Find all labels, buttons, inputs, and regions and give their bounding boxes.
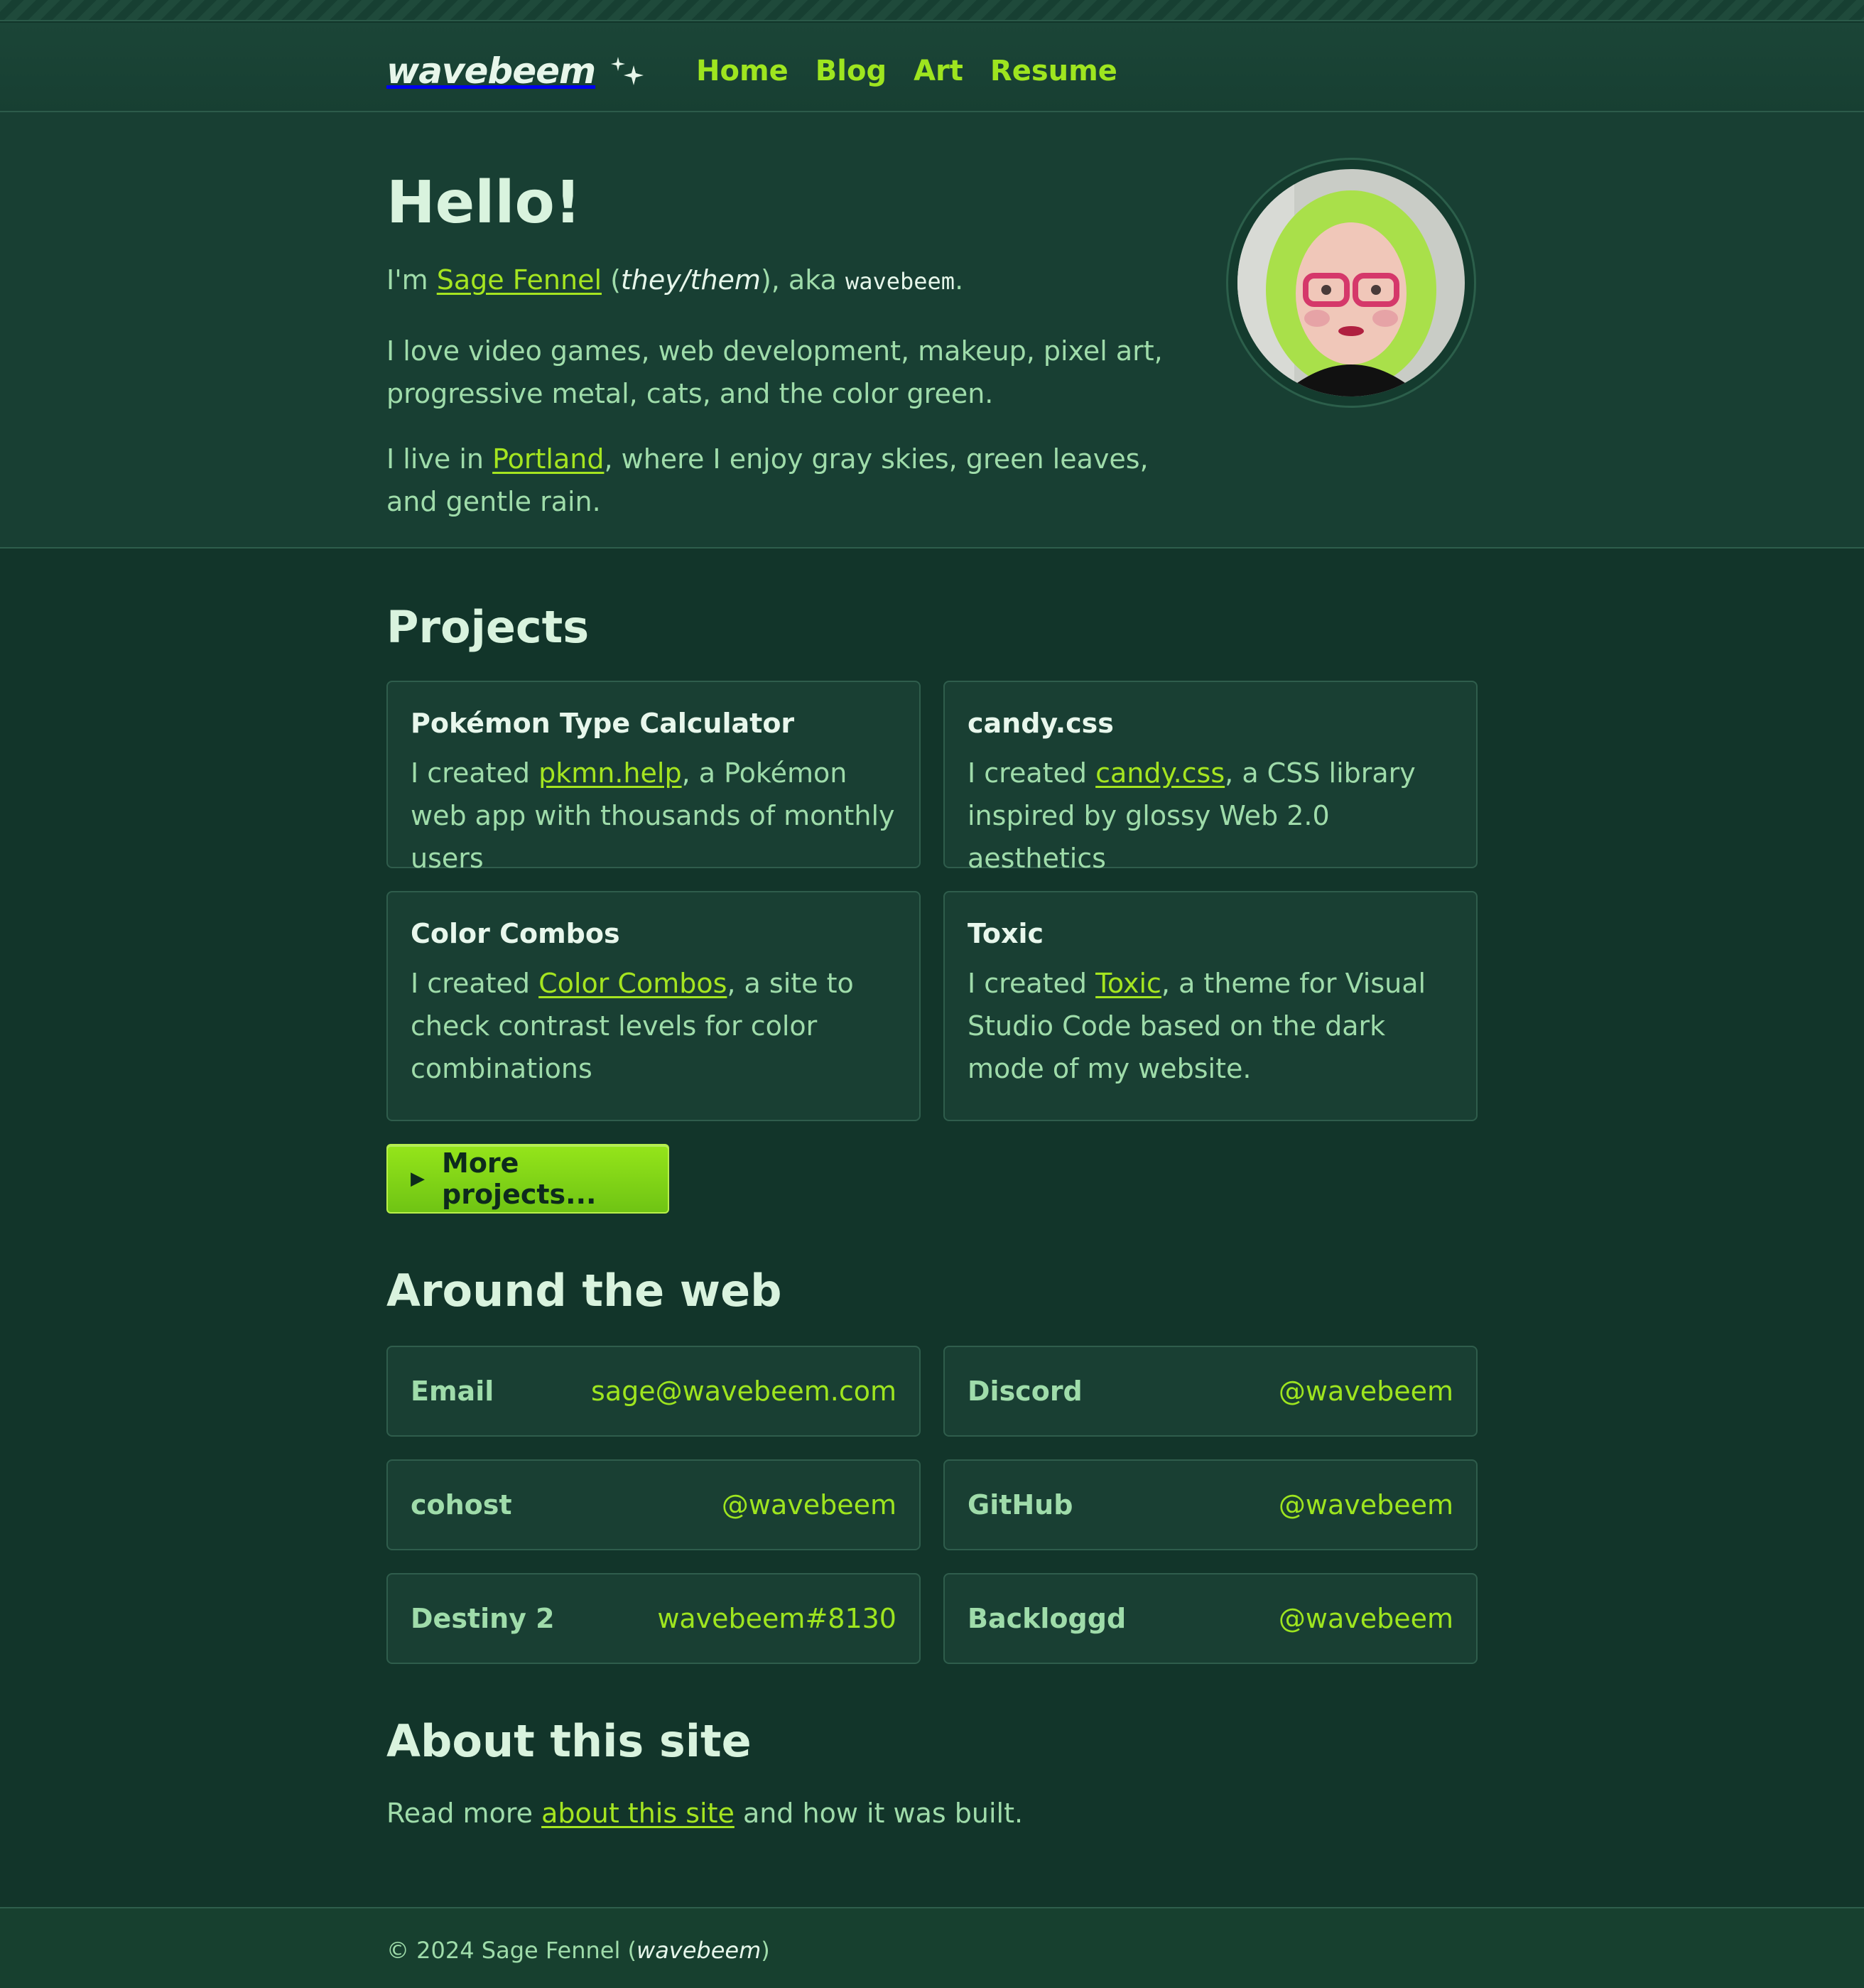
about-link[interactable]: about this site xyxy=(541,1798,735,1829)
more-projects-label: More projects... xyxy=(442,1147,597,1210)
hero-intro: I'm Sage Fennel (they/them), aka wavebee… xyxy=(386,264,964,296)
web-link-label: Email xyxy=(411,1376,494,1407)
nav-art[interactable]: Art xyxy=(914,55,963,87)
web-link-value: sage@wavebeem.com xyxy=(591,1376,896,1407)
project-card: Pokémon Type Calculator I created pkmn.h… xyxy=(386,681,921,874)
web-link-label: Discord xyxy=(968,1376,1083,1407)
about-text: Read more about this site and how it was… xyxy=(386,1798,1024,1829)
main-nav: Home Blog Art Resume xyxy=(696,50,1117,92)
decorative-stripe-bar xyxy=(0,0,1864,21)
project-card: candy.css I created candy.css, a CSS lib… xyxy=(943,681,1478,874)
project-title: Color Combos xyxy=(411,918,620,949)
sparkle-icon xyxy=(611,57,644,85)
hero-interests: I love video games, web development, mak… xyxy=(386,335,1163,409)
web-link-label: cohost xyxy=(411,1489,512,1520)
web-heading: Around the web xyxy=(386,1265,782,1317)
footer-handle: wavebeem xyxy=(636,1937,762,1964)
project-description: I created pkmn.help, a Pokémon web app w… xyxy=(411,757,895,874)
project-link[interactable]: Color Combos xyxy=(538,968,727,999)
logo-wordmark: wavebeem xyxy=(386,50,596,92)
web-link-value: wavebeem#8130 xyxy=(657,1603,896,1634)
web-link-card[interactable]: Email sage@wavebeem.com xyxy=(386,1346,921,1437)
project-card: Toxic I created Toxic, a theme for Visua… xyxy=(943,891,1478,1121)
web-link-value: @wavebeem xyxy=(1278,1376,1453,1407)
profile-photo xyxy=(1237,169,1465,396)
project-title: Pokémon Type Calculator xyxy=(411,708,795,739)
avatar xyxy=(1226,158,1476,408)
name-link[interactable]: Sage Fennel xyxy=(437,264,602,296)
web-link-card[interactable]: Backloggd @wavebeem xyxy=(943,1573,1478,1664)
web-link-label: Destiny 2 xyxy=(411,1603,555,1634)
web-link-value: @wavebeem xyxy=(1278,1489,1453,1520)
web-link-card[interactable]: cohost @wavebeem xyxy=(386,1459,921,1550)
site-footer: © 2024 Sage Fennel (wavebeem) xyxy=(0,1907,1864,1988)
web-link-card[interactable]: Destiny 2 wavebeem#8130 xyxy=(386,1573,921,1664)
hero-section: Hello! I'm Sage Fennel (they/them), aka … xyxy=(0,112,1864,549)
city-link[interactable]: Portland xyxy=(492,443,604,475)
pronouns: they/them xyxy=(620,264,761,296)
web-link-label: GitHub xyxy=(968,1489,1073,1520)
project-link[interactable]: pkmn.help xyxy=(538,757,681,789)
web-link-card[interactable]: Discord @wavebeem xyxy=(943,1346,1478,1437)
web-link-card[interactable]: GitHub @wavebeem xyxy=(943,1459,1478,1550)
project-description: I created Toxic, a theme for Visual Stud… xyxy=(968,968,1426,1084)
project-description: I created candy.css, a CSS library inspi… xyxy=(968,757,1416,874)
nav-home[interactable]: Home xyxy=(696,55,789,87)
project-link[interactable]: candy.css xyxy=(1095,757,1225,789)
hero-location: I live in Portland, where I enjoy gray s… xyxy=(386,443,1149,517)
nav-resume[interactable]: Resume xyxy=(990,55,1117,87)
web-link-value: @wavebeem xyxy=(1278,1603,1453,1634)
about-heading: About this site xyxy=(386,1715,752,1767)
copyright: © 2024 Sage Fennel (wavebeem) xyxy=(386,1937,770,1964)
site-header: wavebeem Home Blog Art Resume xyxy=(0,23,1864,112)
web-link-label: Backloggd xyxy=(968,1603,1127,1634)
more-projects-button[interactable]: ▶ More projects... xyxy=(386,1144,669,1214)
project-title: Toxic xyxy=(968,918,1044,949)
project-card: Color Combos I created Color Combos, a s… xyxy=(386,891,921,1121)
projects-heading: Projects xyxy=(386,601,590,653)
site-logo[interactable]: wavebeem xyxy=(386,50,645,92)
handle: wavebeem xyxy=(845,268,955,295)
project-link[interactable]: Toxic xyxy=(1095,968,1161,999)
project-description: I created Color Combos, a site to check … xyxy=(411,968,854,1084)
hero-title: Hello! xyxy=(386,169,582,237)
disclosure-triangle-icon: ▶ xyxy=(411,1168,425,1189)
project-title: candy.css xyxy=(968,708,1114,739)
nav-blog[interactable]: Blog xyxy=(816,55,887,87)
web-link-value: @wavebeem xyxy=(721,1489,896,1520)
